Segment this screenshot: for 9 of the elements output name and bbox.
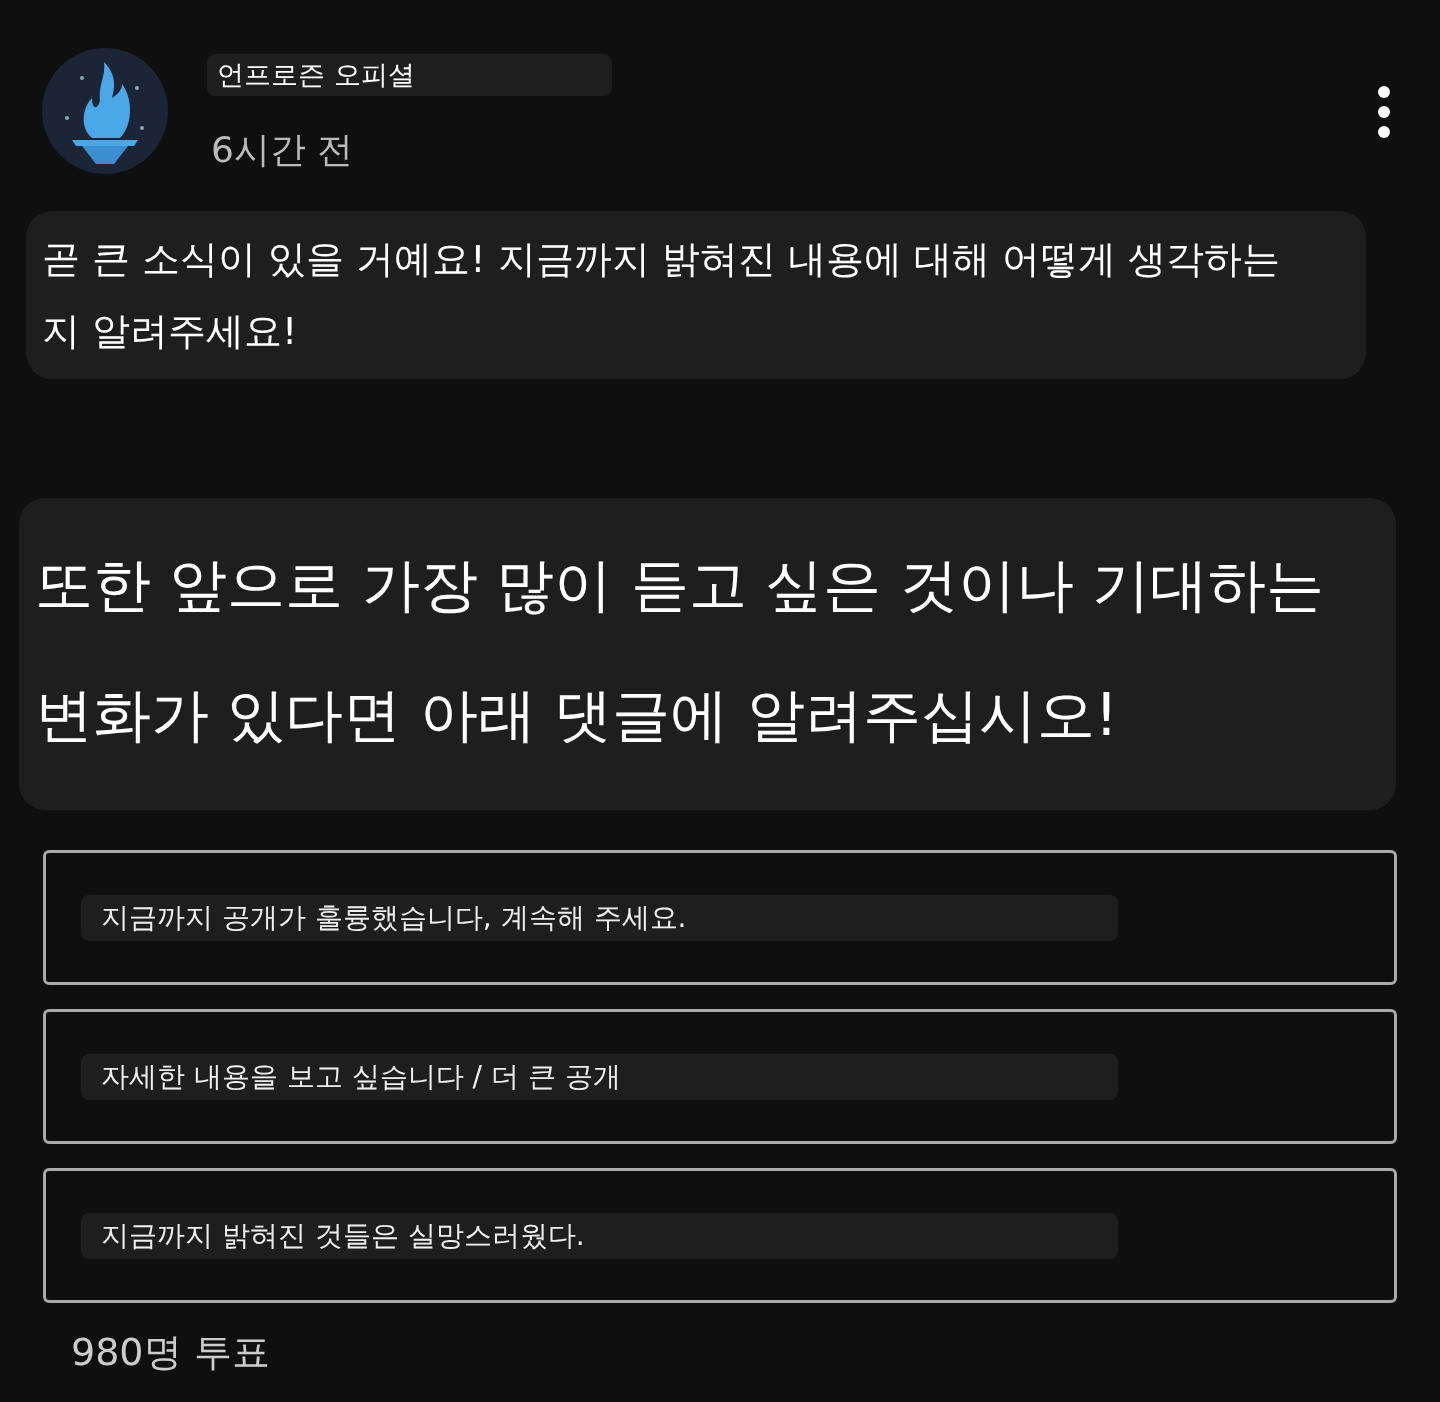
poll-option[interactable]: 지금까지 밝혀진 것들은 실망스러웠다. (43, 1168, 1397, 1303)
poll-option[interactable]: 자세한 내용을 보고 싶습니다 / 더 큰 공개 (43, 1009, 1397, 1144)
post-text: 또한 앞으로 가장 많이 듣고 싶은 것이나 기대하는 변화가 있다면 아래 댓글에 알려주십시오! (19, 498, 1396, 810)
post-text: 곧 큰 소식이 있을 거예요! 지금까지 밝혀진 내용에 대해 어떻게 생각하는지 알려주세요! (26, 211, 1366, 379)
post-time: 6시간 전 (211, 128, 355, 172)
channel-name[interactable]: 언프로즌 오피셜 (207, 54, 612, 96)
poll-option[interactable]: 지금까지 공개가 훌륭했습니다, 계속해 주세요. (43, 850, 1397, 985)
avatar-icon (42, 48, 168, 174)
vote-count: 980명 투표 (71, 1329, 271, 1376)
